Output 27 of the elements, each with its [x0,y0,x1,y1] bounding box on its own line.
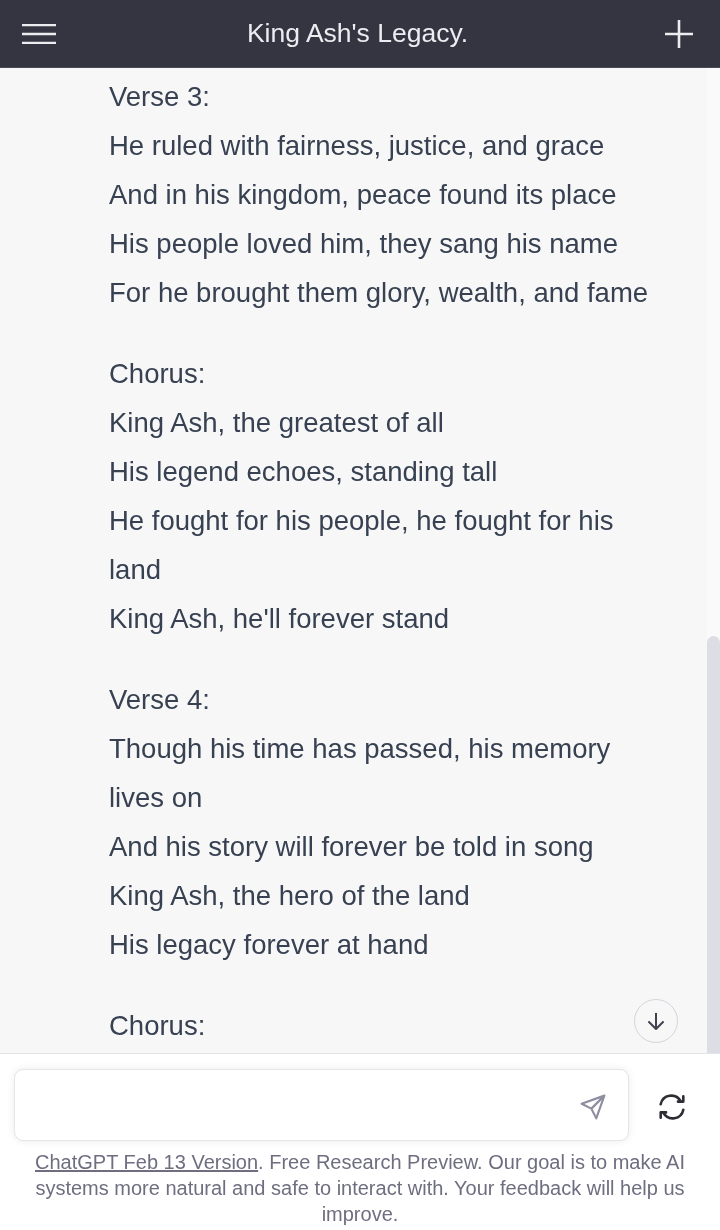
message-input[interactable] [14,1069,629,1141]
lyric-line: King Ash, the greatest of all [109,406,444,440]
lyric-line: His legend echoes, standing tall [109,455,498,489]
stanza-heading: Verse 3: [109,80,210,114]
stanza-heading: Verse 4: [109,683,210,717]
chat-title: King Ash's Legacy. [245,18,470,49]
arrow-down-icon [648,1012,664,1030]
send-icon[interactable] [580,1094,606,1120]
plus-icon[interactable] [665,19,693,48]
stanza-heading: Chorus: [109,357,206,391]
lyric-line: His people loved him, they sang his name [109,227,619,261]
lyric-line: His legacy forever at hand [109,928,429,962]
lyric-line: And his story will forever be told in song [109,830,594,864]
stanza-heading: Chorus: [109,1009,206,1043]
lyric-line: He fought for his people, he fought for his land [109,504,615,587]
disclaimer-text: ChatGPT Feb 13 Version. Free Research Preview. Our goal is to make AI systems more natural and safe to interact with. Your feedback will help us improve. [34,1150,686,1227]
lyric-line: King Ash, the hero of the land [109,879,470,913]
lyric-line: He ruled with fairness, justice, and grace [109,129,605,163]
refresh-icon[interactable] [658,1094,686,1120]
lyric-line: Though his time has passed, his memory lives on [109,732,612,815]
menu-icon[interactable] [22,23,56,44]
version-link[interactable]: ChatGPT Feb 13 Version [35,1151,259,1173]
scrollbar-thumb[interactable] [707,636,720,1053]
scroll-down-button[interactable] [634,999,678,1043]
lyric-line: And in his kingdom, peace found its place [109,178,617,212]
lyric-line: King Ash, he'll forever stand [109,602,450,636]
lyric-line: For he brought them glory, wealth, and fame [109,276,649,310]
